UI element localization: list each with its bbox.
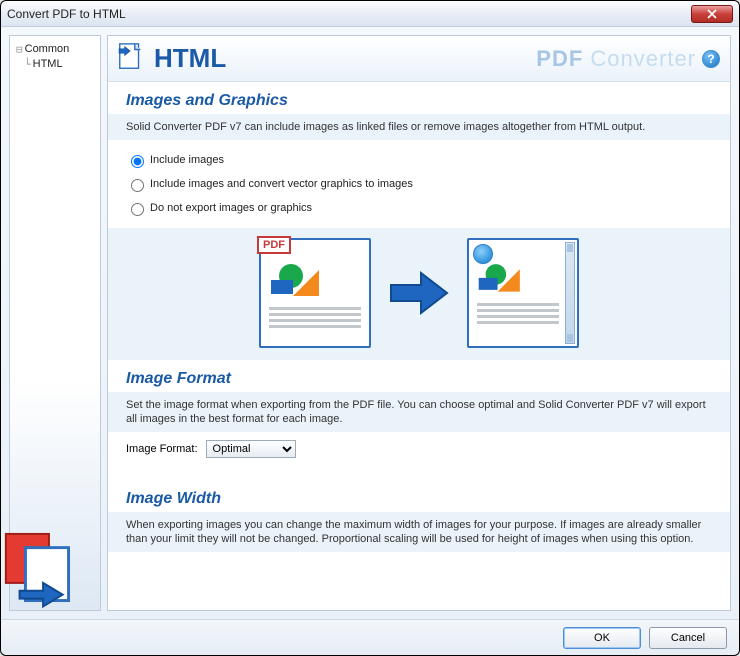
section-title-width: Image Width: [108, 466, 730, 512]
brand-text: PDF Converter: [536, 46, 696, 72]
section-title-format: Image Format: [108, 360, 730, 392]
image-format-label: Image Format:: [126, 443, 198, 455]
radio-label: Do not export images or graphics: [150, 202, 312, 214]
arrow-right-icon: [389, 271, 449, 315]
radio-include-images[interactable]: Include images: [126, 148, 712, 172]
radio-label: Include images and convert vector graphi…: [150, 178, 413, 190]
radio-do-not-export[interactable]: Do not export images or graphics: [126, 196, 712, 220]
sidebar-item-html[interactable]: └ HTML: [14, 57, 96, 72]
image-format-select[interactable]: Optimal: [206, 440, 296, 458]
image-export-options: Include images Include images and conver…: [108, 140, 730, 228]
dialog-footer: OK Cancel: [1, 619, 739, 655]
close-icon: [707, 9, 717, 19]
images-note: Solid Converter PDF v7 can include image…: [108, 114, 730, 140]
sidebar-convert-icon: [1, 530, 96, 608]
radio-include-convert-vector[interactable]: Include images and convert vector graphi…: [126, 172, 712, 196]
width-note: When exporting images you can change the…: [108, 512, 730, 552]
panel-header: HTML PDF Converter ?: [108, 36, 730, 82]
sidebar: ⊟ Common └ HTML: [9, 35, 101, 611]
close-button[interactable]: [691, 5, 733, 23]
document-art-icon: [269, 262, 339, 296]
section-title-images: Images and Graphics: [108, 82, 730, 114]
sidebar-item-common[interactable]: ⊟ Common: [14, 42, 96, 57]
page-title: HTML: [154, 43, 226, 74]
html-file-icon: [116, 42, 146, 75]
main-panel: HTML PDF Converter ? Images and Graphics…: [107, 35, 731, 611]
dialog-body: ⊟ Common └ HTML: [1, 27, 739, 619]
ok-button[interactable]: OK: [563, 627, 641, 649]
pdf-badge: PDF: [257, 236, 291, 254]
sidebar-item-label: Common: [25, 42, 70, 57]
globe-icon: [473, 244, 493, 264]
content-scroll[interactable]: Images and Graphics Solid Converter PDF …: [108, 82, 730, 610]
radio-label: Include images: [150, 154, 224, 166]
titlebar: Convert PDF to HTML: [1, 1, 739, 27]
document-art-icon: [477, 262, 537, 292]
window-title: Convert PDF to HTML: [7, 7, 691, 21]
cancel-button[interactable]: Cancel: [649, 627, 727, 649]
help-button[interactable]: ?: [702, 50, 720, 68]
conversion-illustration: PDF: [108, 228, 730, 360]
format-note: Set the image format when exporting from…: [108, 392, 730, 432]
html-document-icon: [467, 238, 579, 348]
pdf-document-icon: PDF: [259, 238, 371, 348]
nav-tree: ⊟ Common └ HTML: [10, 36, 100, 78]
sidebar-item-label: HTML: [33, 57, 63, 72]
scrollbar-icon: [565, 242, 575, 344]
image-format-row: Image Format: Optimal: [108, 432, 730, 466]
dialog-window: Convert PDF to HTML ⊟ Common └ HTML: [0, 0, 740, 656]
